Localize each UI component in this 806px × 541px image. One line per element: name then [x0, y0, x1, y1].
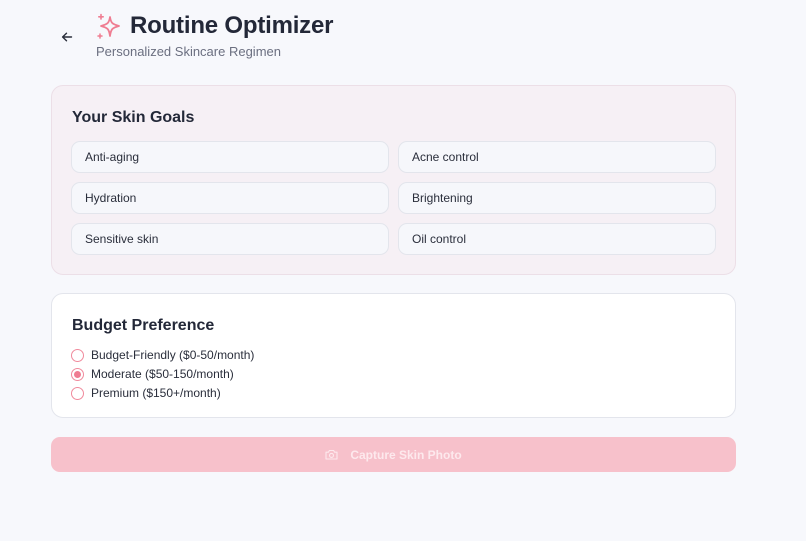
page-subtitle: Personalized Skincare Regimen — [96, 44, 281, 59]
budget-option-moderate[interactable]: Moderate ($50-150/month) — [71, 366, 234, 382]
goal-hydration[interactable]: Hydration — [71, 182, 389, 214]
budget-option-budget-friendly[interactable]: Budget-Friendly ($0-50/month) — [71, 347, 254, 363]
radio-button-selected[interactable] — [71, 367, 84, 381]
radio-button[interactable] — [71, 386, 84, 400]
goal-label: Anti-aging — [85, 150, 140, 164]
routine-optimizer-page: Routine Optimizer Personalized Skincare … — [0, 0, 806, 541]
goal-acne-control[interactable]: Acne control — [398, 141, 716, 173]
radio-label: Budget-Friendly ($0-50/month) — [91, 348, 255, 362]
camera-icon — [325, 449, 338, 460]
goal-oil-control[interactable]: Oil control — [398, 223, 716, 255]
radio-button[interactable] — [71, 348, 84, 362]
back-button[interactable] — [57, 27, 77, 47]
radio-label: Moderate ($50-150/month) — [91, 367, 234, 381]
capture-skin-photo-button[interactable]: Capture Skin Photo — [51, 437, 736, 472]
goal-brightening[interactable]: Brightening — [398, 182, 716, 214]
radio-dot — [74, 370, 81, 378]
goal-label: Acne control — [412, 150, 479, 164]
goal-label: Oil control — [412, 232, 467, 246]
budget-heading: Budget Preference — [72, 317, 215, 334]
goal-label: Sensitive skin — [85, 232, 159, 246]
page-title: Routine Optimizer — [130, 12, 334, 39]
skin-goals-heading: Your Skin Goals — [72, 109, 195, 126]
goal-label: Brightening — [412, 191, 473, 205]
arrow-left-icon — [61, 32, 73, 42]
budget-option-premium[interactable]: Premium ($150+/month) — [71, 385, 221, 401]
sparkles-icon — [97, 13, 120, 39]
skin-goals-card: Your Skin Goals Anti-aging Acne control … — [51, 85, 736, 275]
goal-label: Hydration — [85, 191, 137, 205]
goal-sensitive-skin[interactable]: Sensitive skin — [71, 223, 389, 255]
radio-label: Premium ($150+/month) — [91, 386, 221, 400]
capture-button-label: Capture Skin Photo — [350, 447, 462, 462]
budget-preference-card: Budget Preference Budget-Friendly ($0-50… — [51, 293, 736, 418]
goal-anti-aging[interactable]: Anti-aging — [71, 141, 389, 173]
